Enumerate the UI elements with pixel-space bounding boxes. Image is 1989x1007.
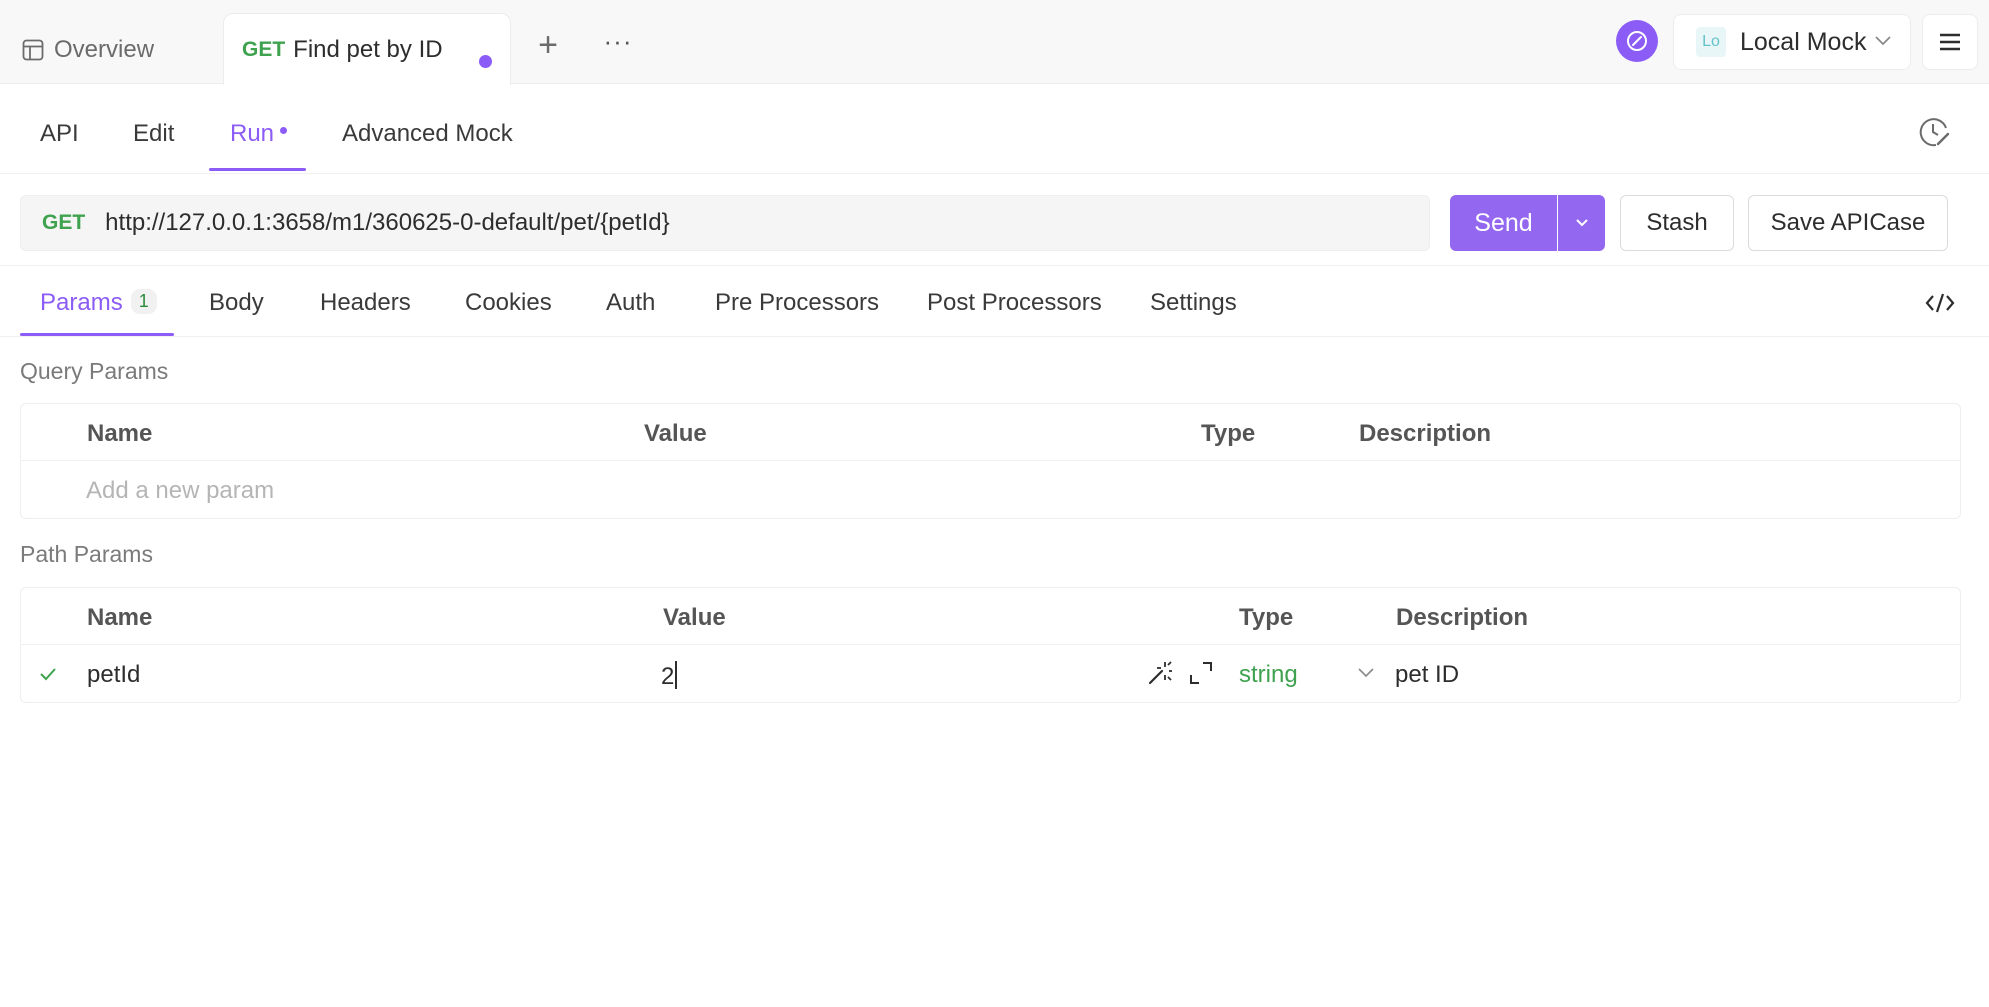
overview-icon [22, 39, 44, 61]
subtab-advanced-mock[interactable]: Advanced Mock [342, 120, 513, 148]
column-header-name: Name [87, 604, 153, 631]
ptab-divider [0, 336, 1989, 337]
add-tab-button[interactable]: + [530, 28, 566, 64]
query-params-table: Name Value Type Description Add a new pa… [20, 403, 1961, 519]
ptab-auth[interactable]: Auth [606, 289, 655, 317]
column-header-value: Value [663, 604, 726, 631]
subtab-run[interactable]: Run [230, 120, 288, 148]
ptab-params[interactable]: Params 1 [40, 289, 157, 317]
param-type-select[interactable]: string [1239, 661, 1298, 689]
ptab-pre-processors[interactable]: Pre Processors [715, 289, 879, 317]
table-row: petId 2 string pet ID [21, 645, 1960, 702]
param-value-input[interactable]: 2 [661, 661, 678, 691]
run-unsaved-dot [280, 127, 288, 134]
tab-method-badge: GET [242, 37, 286, 61]
text-cursor [675, 661, 678, 689]
column-header-description: Description [1396, 604, 1529, 631]
column-header-type: Type [1201, 420, 1256, 447]
send-button[interactable]: Send [1450, 195, 1557, 251]
environment-select[interactable]: Lo Local Mock [1673, 14, 1911, 70]
request-url: http://127.0.0.1:3658/m1/360625-0-defaul… [105, 209, 670, 236]
path-params-title: Path Params [20, 541, 153, 567]
subtab-active-underline [209, 168, 306, 171]
top-tab-bar: Overview GET Find pet by ID + ··· Lo Loc… [0, 0, 1989, 85]
subtab-run-label: Run [230, 120, 275, 147]
code-icon[interactable] [1924, 290, 1956, 316]
add-param-row[interactable]: Add a new param [21, 461, 1960, 518]
url-input[interactable]: GET http://127.0.0.1:3658/m1/360625-0-de… [20, 195, 1430, 251]
request-method[interactable]: GET [42, 211, 85, 235]
column-header-type: Type [1239, 604, 1294, 631]
chevron-down-icon [1575, 219, 1588, 227]
ptab-cookies[interactable]: Cookies [465, 289, 552, 317]
main-menu-button[interactable] [1922, 14, 1978, 70]
chevron-down-icon[interactable] [1357, 667, 1375, 679]
environment-icon[interactable] [1616, 20, 1658, 62]
tab-overview[interactable]: Overview [22, 28, 154, 72]
column-header-description: Description [1359, 420, 1492, 447]
expand-icon[interactable] [1189, 661, 1213, 685]
environment-badge: Lo [1696, 27, 1726, 57]
add-param-placeholder[interactable]: Add a new param [86, 477, 274, 505]
check-icon[interactable] [39, 666, 57, 682]
param-description[interactable]: pet ID [1395, 661, 1459, 689]
magic-wand-icon[interactable] [1147, 660, 1173, 686]
tab-title: Find pet by ID [293, 35, 443, 63]
environment-label: Local Mock [1740, 27, 1867, 56]
query-params-title: Query Params [20, 358, 169, 384]
param-value-text: 2 [661, 663, 675, 690]
stash-button[interactable]: Stash [1620, 195, 1734, 251]
subtab-api[interactable]: API [40, 120, 79, 148]
chevron-down-icon [1875, 36, 1891, 46]
divider [0, 265, 1989, 266]
column-header-name: Name [87, 420, 153, 447]
path-params-table: Name Value Type Description petId 2 stri… [20, 587, 1961, 703]
ptab-params-label: Params [40, 289, 123, 316]
compass-icon [1627, 31, 1647, 51]
tab-overview-label: Overview [54, 36, 155, 63]
params-count-badge: 1 [130, 289, 157, 314]
sub-tab-bar: API Edit Run Advanced Mock [0, 84, 1989, 174]
history-edit-icon[interactable] [1916, 114, 1952, 150]
hamburger-icon [1940, 33, 1960, 51]
subtab-edit[interactable]: Edit [133, 120, 174, 148]
column-header-value: Value [644, 420, 707, 447]
ptab-settings[interactable]: Settings [1150, 289, 1237, 317]
param-name[interactable]: petId [87, 661, 140, 689]
save-apicase-button[interactable]: Save APICase [1748, 195, 1948, 251]
send-options-button[interactable] [1558, 195, 1605, 251]
table-header-row: Name Value Type Description [21, 588, 1960, 645]
ptab-post-processors[interactable]: Post Processors [927, 289, 1102, 317]
unsaved-dot [479, 55, 492, 68]
tab-find-pet-by-id[interactable]: GET Find pet by ID [223, 13, 511, 85]
more-tabs-button[interactable]: ··· [598, 28, 638, 64]
table-header-row: Name Value Type Description [21, 404, 1960, 461]
ptab-headers[interactable]: Headers [320, 289, 411, 317]
ptab-body[interactable]: Body [209, 289, 264, 317]
